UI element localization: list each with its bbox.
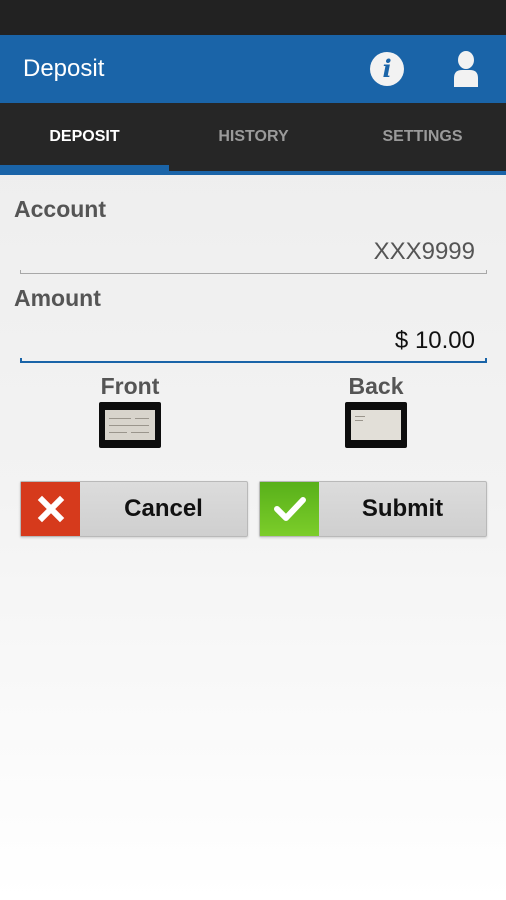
back-label: Back [348,373,404,399]
info-icon[interactable]: i [370,52,404,86]
submit-button[interactable]: Submit [259,481,487,537]
user-icon[interactable] [452,51,480,87]
tab-bar: DEPOSIT HISTORY SETTINGS [0,103,506,175]
tab-indicator [0,165,169,171]
submit-button-label: Submit [361,495,444,522]
check-back-thumbnail[interactable] [345,402,407,448]
tab-settings[interactable]: SETTINGS [338,103,506,171]
account-label: Account [14,196,106,222]
front-label: Front [100,373,160,399]
amount-field[interactable]: $ 10.00 [395,327,475,355]
amount-field-underline [20,358,487,363]
close-icon [21,482,80,536]
cancel-button-label: Cancel [124,495,203,522]
status-bar [0,0,506,35]
tab-deposit[interactable]: DEPOSIT [0,103,169,171]
account-field[interactable]: XXX9999 [374,238,475,266]
account-field-underline [20,270,487,274]
amount-label: Amount [14,285,101,311]
tab-history[interactable]: HISTORY [169,103,338,171]
checkmark-icon [260,482,319,536]
cancel-button[interactable]: Cancel [20,481,248,537]
page-title: Deposit [23,55,105,82]
action-bar: Deposit i [0,35,506,103]
check-front-thumbnail[interactable] [99,402,161,448]
